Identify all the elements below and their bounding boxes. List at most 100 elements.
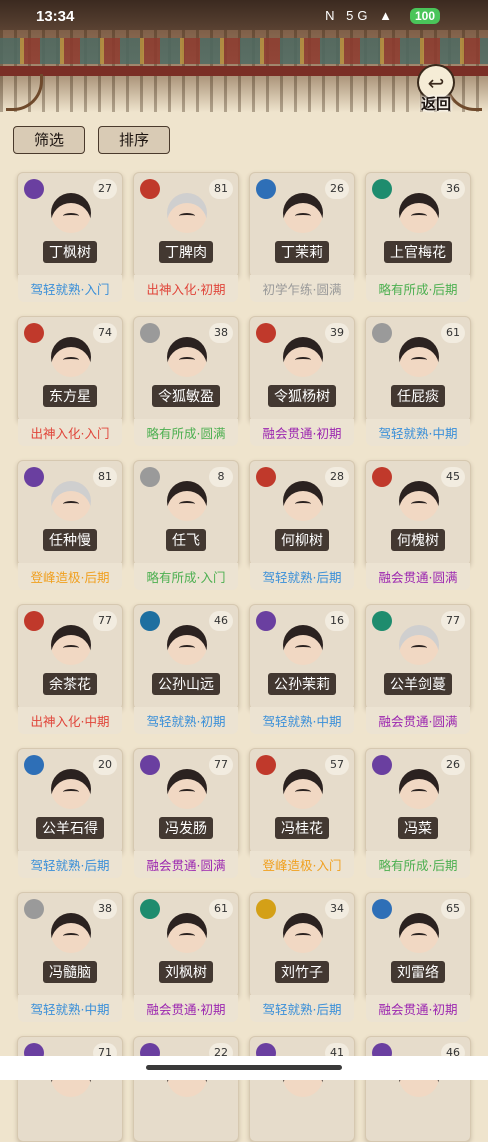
level-badge: 38 xyxy=(93,899,117,919)
character-card[interactable]: 81 丁脾肉 出神入化·初期 xyxy=(133,172,239,302)
portrait xyxy=(278,907,328,959)
sect-badge-icon xyxy=(24,899,44,919)
level-badge: 46 xyxy=(209,611,233,631)
level-badge: 26 xyxy=(325,179,349,199)
sect-badge-icon xyxy=(24,179,44,199)
sect-badge-icon xyxy=(372,755,392,775)
portrait xyxy=(162,187,212,239)
character-name: 冯桂花 xyxy=(275,817,329,839)
character-name: 公孙茉莉 xyxy=(268,673,336,695)
character-card[interactable]: 61 刘枫树 融会贯通·初期 xyxy=(133,892,239,1022)
level-badge: 74 xyxy=(93,323,117,343)
character-name: 冯菜 xyxy=(398,817,438,839)
sect-badge-icon xyxy=(372,323,392,343)
portrait xyxy=(394,331,444,383)
character-card[interactable]: 38 令狐敏盈 略有所成·圆满 xyxy=(133,316,239,446)
portrait-face-icon xyxy=(283,913,323,953)
portrait xyxy=(46,331,96,383)
portrait xyxy=(394,619,444,671)
character-card[interactable]: 77 冯发肠 融会贯通·圆满 xyxy=(133,748,239,878)
back-button[interactable]: ↩ 返回 xyxy=(412,64,460,114)
sect-badge-icon xyxy=(372,611,392,631)
character-card[interactable]: 41 xyxy=(249,1036,355,1142)
character-name: 上官梅花 xyxy=(384,241,452,263)
character-name: 任屁痰 xyxy=(391,385,445,407)
character-card[interactable]: 71 xyxy=(17,1036,123,1142)
battery-indicator: 100 xyxy=(409,8,440,24)
portrait-face-icon xyxy=(399,337,439,377)
level-badge: 61 xyxy=(209,899,233,919)
portrait-face-icon xyxy=(283,193,323,233)
portrait xyxy=(278,619,328,671)
portrait xyxy=(162,475,212,527)
portrait xyxy=(46,907,96,959)
portrait xyxy=(46,619,96,671)
character-card[interactable]: 16 公孙茉莉 驾轻就熟·中期 xyxy=(249,604,355,734)
sect-badge-icon xyxy=(256,755,276,775)
level-badge: 65 xyxy=(441,899,465,919)
character-card[interactable]: 65 刘雷络 融会贯通·初期 xyxy=(365,892,471,1022)
level-badge: 39 xyxy=(325,323,349,343)
filter-button[interactable]: 筛选 xyxy=(13,126,85,154)
skill-rank: 出神入化·初期 xyxy=(134,275,238,302)
level-badge: 81 xyxy=(93,467,117,487)
character-card[interactable]: 57 冯桂花 登峰造极·入门 xyxy=(249,748,355,878)
portrait-face-icon xyxy=(167,769,207,809)
portrait-face-icon xyxy=(51,193,91,233)
level-badge: 16 xyxy=(325,611,349,631)
painted-beam xyxy=(0,38,488,64)
character-card[interactable]: 74 东方星 出神入化·入门 xyxy=(17,316,123,446)
character-card[interactable]: 38 冯髓脑 驾轻就熟·中期 xyxy=(17,892,123,1022)
character-card[interactable]: 81 任种慢 登峰造极·后期 xyxy=(17,460,123,590)
character-name: 冯髓脑 xyxy=(43,961,97,983)
character-card[interactable]: 45 何槐树 融会贯通·圆满 xyxy=(365,460,471,590)
character-card[interactable]: 61 任屁痰 驾轻就熟·中期 xyxy=(365,316,471,446)
status-time: 13:34 xyxy=(36,8,75,25)
portrait-face-icon xyxy=(399,913,439,953)
level-badge: 8 xyxy=(209,467,233,487)
level-badge: 28 xyxy=(325,467,349,487)
sect-badge-icon xyxy=(140,899,160,919)
character-card[interactable]: 39 令狐杨树 融会贯通·初期 xyxy=(249,316,355,446)
back-label: 返回 xyxy=(420,95,451,113)
skill-rank: 出神入化·入门 xyxy=(18,419,122,446)
character-card[interactable]: 20 公羊石得 驾轻就熟·后期 xyxy=(17,748,123,878)
character-name: 刘雷络 xyxy=(391,961,445,983)
character-card[interactable]: 36 上官梅花 略有所成·后期 xyxy=(365,172,471,302)
sect-badge-icon xyxy=(256,467,276,487)
character-card[interactable]: 77 公羊剑蔓 融会贯通·圆满 xyxy=(365,604,471,734)
level-badge: 77 xyxy=(441,611,465,631)
portrait-face-icon xyxy=(167,481,207,521)
character-card[interactable]: 46 xyxy=(365,1036,471,1142)
character-card[interactable]: 8 任飞 略有所成·入门 xyxy=(133,460,239,590)
character-card[interactable]: 26 丁茉莉 初学乍练·圆满 xyxy=(249,172,355,302)
portrait-face-icon xyxy=(283,769,323,809)
level-badge: 61 xyxy=(441,323,465,343)
character-card[interactable]: 28 何柳树 驾轻就熟·后期 xyxy=(249,460,355,590)
skill-rank: 略有所成·圆满 xyxy=(134,419,238,446)
sect-badge-icon xyxy=(372,467,392,487)
character-name: 东方星 xyxy=(43,385,97,407)
home-indicator[interactable] xyxy=(146,1065,342,1070)
level-badge: 77 xyxy=(93,611,117,631)
sect-badge-icon xyxy=(256,899,276,919)
skill-rank: 融会贯通·圆满 xyxy=(366,563,470,590)
character-card[interactable]: 26 冯菜 略有所成·后期 xyxy=(365,748,471,878)
character-card[interactable]: 27 丁枫树 驾轻就熟·入门 xyxy=(17,172,123,302)
character-card[interactable]: 22 xyxy=(133,1036,239,1142)
portrait xyxy=(46,187,96,239)
portrait xyxy=(278,187,328,239)
level-badge: 26 xyxy=(441,755,465,775)
skill-rank: 略有所成·入门 xyxy=(134,563,238,590)
portrait xyxy=(162,763,212,815)
character-card[interactable]: 46 公孙山远 驾轻就熟·初期 xyxy=(133,604,239,734)
character-card[interactable]: 77 余茶花 出神入化·中期 xyxy=(17,604,123,734)
sort-button[interactable]: 排序 xyxy=(98,126,170,154)
portrait-face-icon xyxy=(167,913,207,953)
skill-rank: 出神入化·中期 xyxy=(18,707,122,734)
character-card[interactable]: 34 刘竹子 驾轻就熟·后期 xyxy=(249,892,355,1022)
sect-badge-icon xyxy=(372,179,392,199)
portrait xyxy=(162,907,212,959)
sect-badge-icon xyxy=(256,179,276,199)
scroll-ornament-left xyxy=(6,74,43,111)
